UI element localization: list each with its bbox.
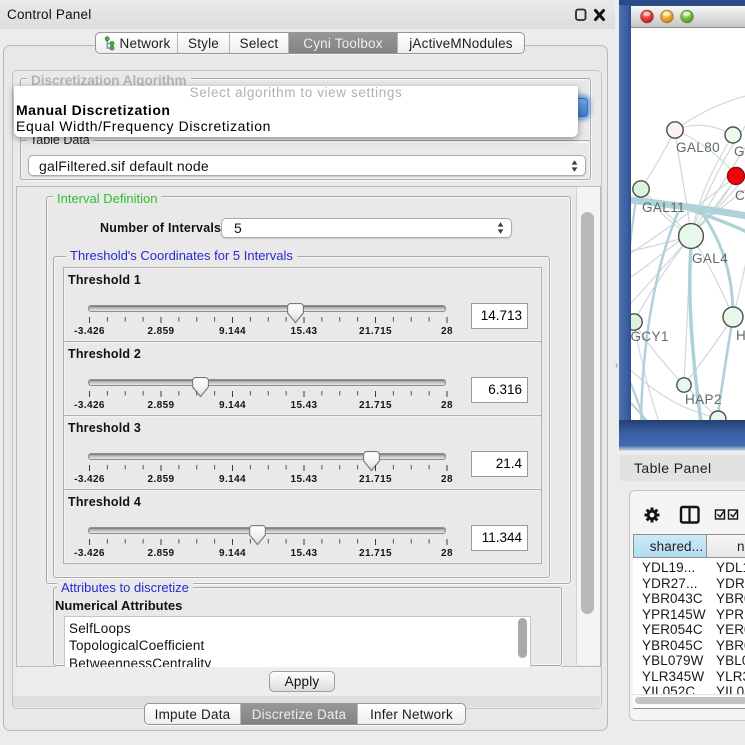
- svg-text:HAP2: HAP2: [685, 392, 722, 407]
- svg-text:GAL3: GAL3: [734, 144, 745, 159]
- svg-text:CRP: CRP: [735, 188, 745, 203]
- svg-text:GAL11: GAL11: [642, 200, 685, 215]
- svg-text:GCY1: GCY1: [631, 329, 669, 344]
- svg-text:HAP: HAP: [736, 328, 745, 343]
- svg-text:GAL80: GAL80: [676, 140, 720, 155]
- svg-text:GAL4: GAL4: [692, 251, 728, 266]
